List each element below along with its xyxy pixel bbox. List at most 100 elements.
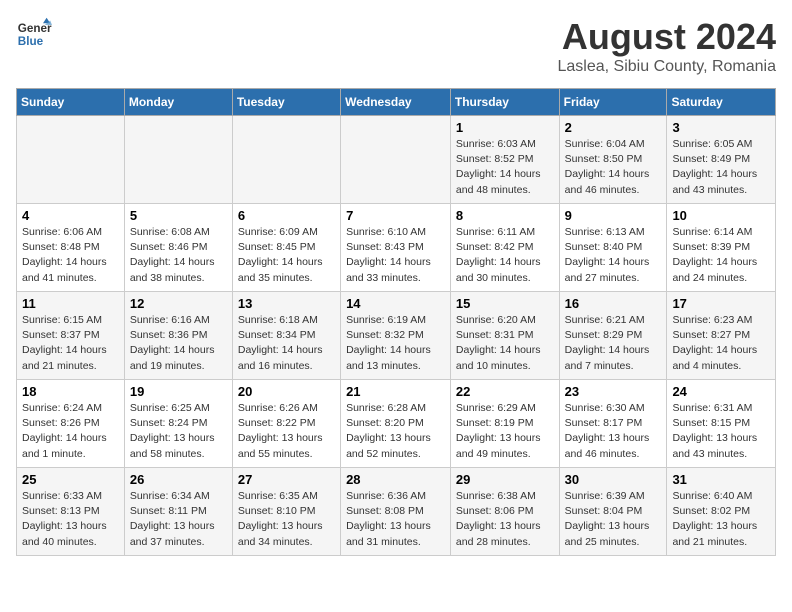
calendar-day-cell: 13 Sunrise: 6:18 AM Sunset: 8:34 PM Dayli…	[232, 292, 340, 380]
day-info: Sunrise: 6:14 AM Sunset: 8:39 PM Dayligh…	[672, 225, 770, 286]
calendar-day-cell: 31Sunrise: 6:40 AM Sunset: 8:02 PM Dayli…	[667, 468, 776, 556]
day-info: Sunrise: 6:05 AM Sunset: 8:49 PM Dayligh…	[672, 137, 770, 198]
day-number: 18	[22, 384, 119, 399]
day-info: Sunrise: 6:18 AM Sunset: 8:34 PM Dayligh…	[238, 313, 335, 374]
calendar-body: 1 Sunrise: 6:03 AM Sunset: 8:52 PM Daylig…	[17, 116, 776, 556]
weekday-header-cell: Tuesday	[232, 89, 340, 116]
day-info: Sunrise: 6:35 AM Sunset: 8:10 PM Dayligh…	[238, 489, 335, 550]
day-number: 4	[22, 208, 119, 223]
day-number: 10	[672, 208, 770, 223]
day-number: 13	[238, 296, 335, 311]
day-number: 26	[130, 472, 227, 487]
calendar-week-row: 11 Sunrise: 6:15 AM Sunset: 8:37 PM Dayli…	[17, 292, 776, 380]
calendar-day-cell: 6 Sunrise: 6:09 AM Sunset: 8:45 PM Daylig…	[232, 204, 340, 292]
calendar-week-row: 4 Sunrise: 6:06 AM Sunset: 8:48 PM Daylig…	[17, 204, 776, 292]
day-info: Sunrise: 6:20 AM Sunset: 8:31 PM Dayligh…	[456, 313, 554, 374]
day-info: Sunrise: 6:04 AM Sunset: 8:50 PM Dayligh…	[565, 137, 662, 198]
day-info: Sunrise: 6:23 AM Sunset: 8:27 PM Dayligh…	[672, 313, 770, 374]
calendar-day-cell: 22 Sunrise: 6:29 AM Sunset: 8:19 PM Dayli…	[450, 380, 559, 468]
day-info: Sunrise: 6:36 AM Sunset: 8:08 PM Dayligh…	[346, 489, 445, 550]
day-number: 28	[346, 472, 445, 487]
day-number: 31	[672, 472, 770, 487]
calendar-day-cell: 9 Sunrise: 6:13 AM Sunset: 8:40 PM Daylig…	[559, 204, 667, 292]
calendar-day-cell	[341, 116, 451, 204]
calendar-table: SundayMondayTuesdayWednesdayThursdayFrid…	[16, 88, 776, 556]
logo: General Blue	[16, 16, 52, 52]
day-info: Sunrise: 6:09 AM Sunset: 8:45 PM Dayligh…	[238, 225, 335, 286]
calendar-day-cell: 1 Sunrise: 6:03 AM Sunset: 8:52 PM Daylig…	[450, 116, 559, 204]
day-info: Sunrise: 6:03 AM Sunset: 8:52 PM Dayligh…	[456, 137, 554, 198]
weekday-header-cell: Saturday	[667, 89, 776, 116]
day-number: 3	[672, 120, 770, 135]
calendar-day-cell: 11 Sunrise: 6:15 AM Sunset: 8:37 PM Dayli…	[17, 292, 125, 380]
day-number: 12	[130, 296, 227, 311]
day-info: Sunrise: 6:38 AM Sunset: 8:06 PM Dayligh…	[456, 489, 554, 550]
day-number: 15	[456, 296, 554, 311]
day-number: 5	[130, 208, 227, 223]
day-info: Sunrise: 6:13 AM Sunset: 8:40 PM Dayligh…	[565, 225, 662, 286]
calendar-day-cell: 21 Sunrise: 6:28 AM Sunset: 8:20 PM Dayli…	[341, 380, 451, 468]
day-info: Sunrise: 6:19 AM Sunset: 8:32 PM Dayligh…	[346, 313, 445, 374]
calendar-day-cell: 7 Sunrise: 6:10 AM Sunset: 8:43 PM Daylig…	[341, 204, 451, 292]
day-info: Sunrise: 6:30 AM Sunset: 8:17 PM Dayligh…	[565, 401, 662, 462]
day-number: 27	[238, 472, 335, 487]
title-section: August 2024 Laslea, Sibiu County, Romani…	[558, 16, 777, 76]
day-info: Sunrise: 6:06 AM Sunset: 8:48 PM Dayligh…	[22, 225, 119, 286]
calendar-day-cell	[17, 116, 125, 204]
day-info: Sunrise: 6:28 AM Sunset: 8:20 PM Dayligh…	[346, 401, 445, 462]
weekday-header-cell: Thursday	[450, 89, 559, 116]
day-number: 1	[456, 120, 554, 135]
day-number: 20	[238, 384, 335, 399]
day-number: 17	[672, 296, 770, 311]
calendar-day-cell: 12 Sunrise: 6:16 AM Sunset: 8:36 PM Dayli…	[124, 292, 232, 380]
day-info: Sunrise: 6:33 AM Sunset: 8:13 PM Dayligh…	[22, 489, 119, 550]
day-number: 16	[565, 296, 662, 311]
calendar-day-cell: 24Sunrise: 6:31 AM Sunset: 8:15 PM Dayli…	[667, 380, 776, 468]
calendar-day-cell: 28 Sunrise: 6:36 AM Sunset: 8:08 PM Dayli…	[341, 468, 451, 556]
location-title: Laslea, Sibiu County, Romania	[558, 58, 777, 76]
day-info: Sunrise: 6:11 AM Sunset: 8:42 PM Dayligh…	[456, 225, 554, 286]
calendar-day-cell: 17 Sunrise: 6:23 AM Sunset: 8:27 PM Dayli…	[667, 292, 776, 380]
day-info: Sunrise: 6:08 AM Sunset: 8:46 PM Dayligh…	[130, 225, 227, 286]
weekday-header-cell: Friday	[559, 89, 667, 116]
calendar-day-cell: 23 Sunrise: 6:30 AM Sunset: 8:17 PM Dayli…	[559, 380, 667, 468]
svg-text:Blue: Blue	[18, 35, 44, 48]
day-info: Sunrise: 6:26 AM Sunset: 8:22 PM Dayligh…	[238, 401, 335, 462]
calendar-day-cell: 8 Sunrise: 6:11 AM Sunset: 8:42 PM Daylig…	[450, 204, 559, 292]
day-number: 21	[346, 384, 445, 399]
day-info: Sunrise: 6:21 AM Sunset: 8:29 PM Dayligh…	[565, 313, 662, 374]
calendar-day-cell: 4 Sunrise: 6:06 AM Sunset: 8:48 PM Daylig…	[17, 204, 125, 292]
weekday-header-row: SundayMondayTuesdayWednesdayThursdayFrid…	[17, 89, 776, 116]
weekday-header-cell: Wednesday	[341, 89, 451, 116]
calendar-day-cell: 3 Sunrise: 6:05 AM Sunset: 8:49 PM Daylig…	[667, 116, 776, 204]
day-number: 8	[456, 208, 554, 223]
calendar-day-cell: 14Sunrise: 6:19 AM Sunset: 8:32 PM Dayli…	[341, 292, 451, 380]
day-number: 25	[22, 472, 119, 487]
day-info: Sunrise: 6:10 AM Sunset: 8:43 PM Dayligh…	[346, 225, 445, 286]
calendar-day-cell	[232, 116, 340, 204]
day-number: 2	[565, 120, 662, 135]
day-info: Sunrise: 6:39 AM Sunset: 8:04 PM Dayligh…	[565, 489, 662, 550]
day-info: Sunrise: 6:16 AM Sunset: 8:36 PM Dayligh…	[130, 313, 227, 374]
calendar-day-cell: 27 Sunrise: 6:35 AM Sunset: 8:10 PM Dayli…	[232, 468, 340, 556]
calendar-day-cell: 15 Sunrise: 6:20 AM Sunset: 8:31 PM Dayli…	[450, 292, 559, 380]
day-info: Sunrise: 6:34 AM Sunset: 8:11 PM Dayligh…	[130, 489, 227, 550]
day-info: Sunrise: 6:24 AM Sunset: 8:26 PM Dayligh…	[22, 401, 119, 462]
day-number: 7	[346, 208, 445, 223]
day-number: 6	[238, 208, 335, 223]
day-info: Sunrise: 6:29 AM Sunset: 8:19 PM Dayligh…	[456, 401, 554, 462]
calendar-day-cell: 26 Sunrise: 6:34 AM Sunset: 8:11 PM Dayli…	[124, 468, 232, 556]
header: General Blue August 2024 Laslea, Sibiu C…	[16, 16, 776, 76]
month-title: August 2024	[558, 16, 777, 58]
day-number: 11	[22, 296, 119, 311]
day-info: Sunrise: 6:15 AM Sunset: 8:37 PM Dayligh…	[22, 313, 119, 374]
calendar-day-cell: 29 Sunrise: 6:38 AM Sunset: 8:06 PM Dayli…	[450, 468, 559, 556]
calendar-day-cell: 25 Sunrise: 6:33 AM Sunset: 8:13 PM Dayli…	[17, 468, 125, 556]
day-number: 22	[456, 384, 554, 399]
calendar-day-cell: 30Sunrise: 6:39 AM Sunset: 8:04 PM Dayli…	[559, 468, 667, 556]
day-number: 23	[565, 384, 662, 399]
day-number: 24	[672, 384, 770, 399]
day-number: 29	[456, 472, 554, 487]
weekday-header-cell: Sunday	[17, 89, 125, 116]
day-number: 9	[565, 208, 662, 223]
